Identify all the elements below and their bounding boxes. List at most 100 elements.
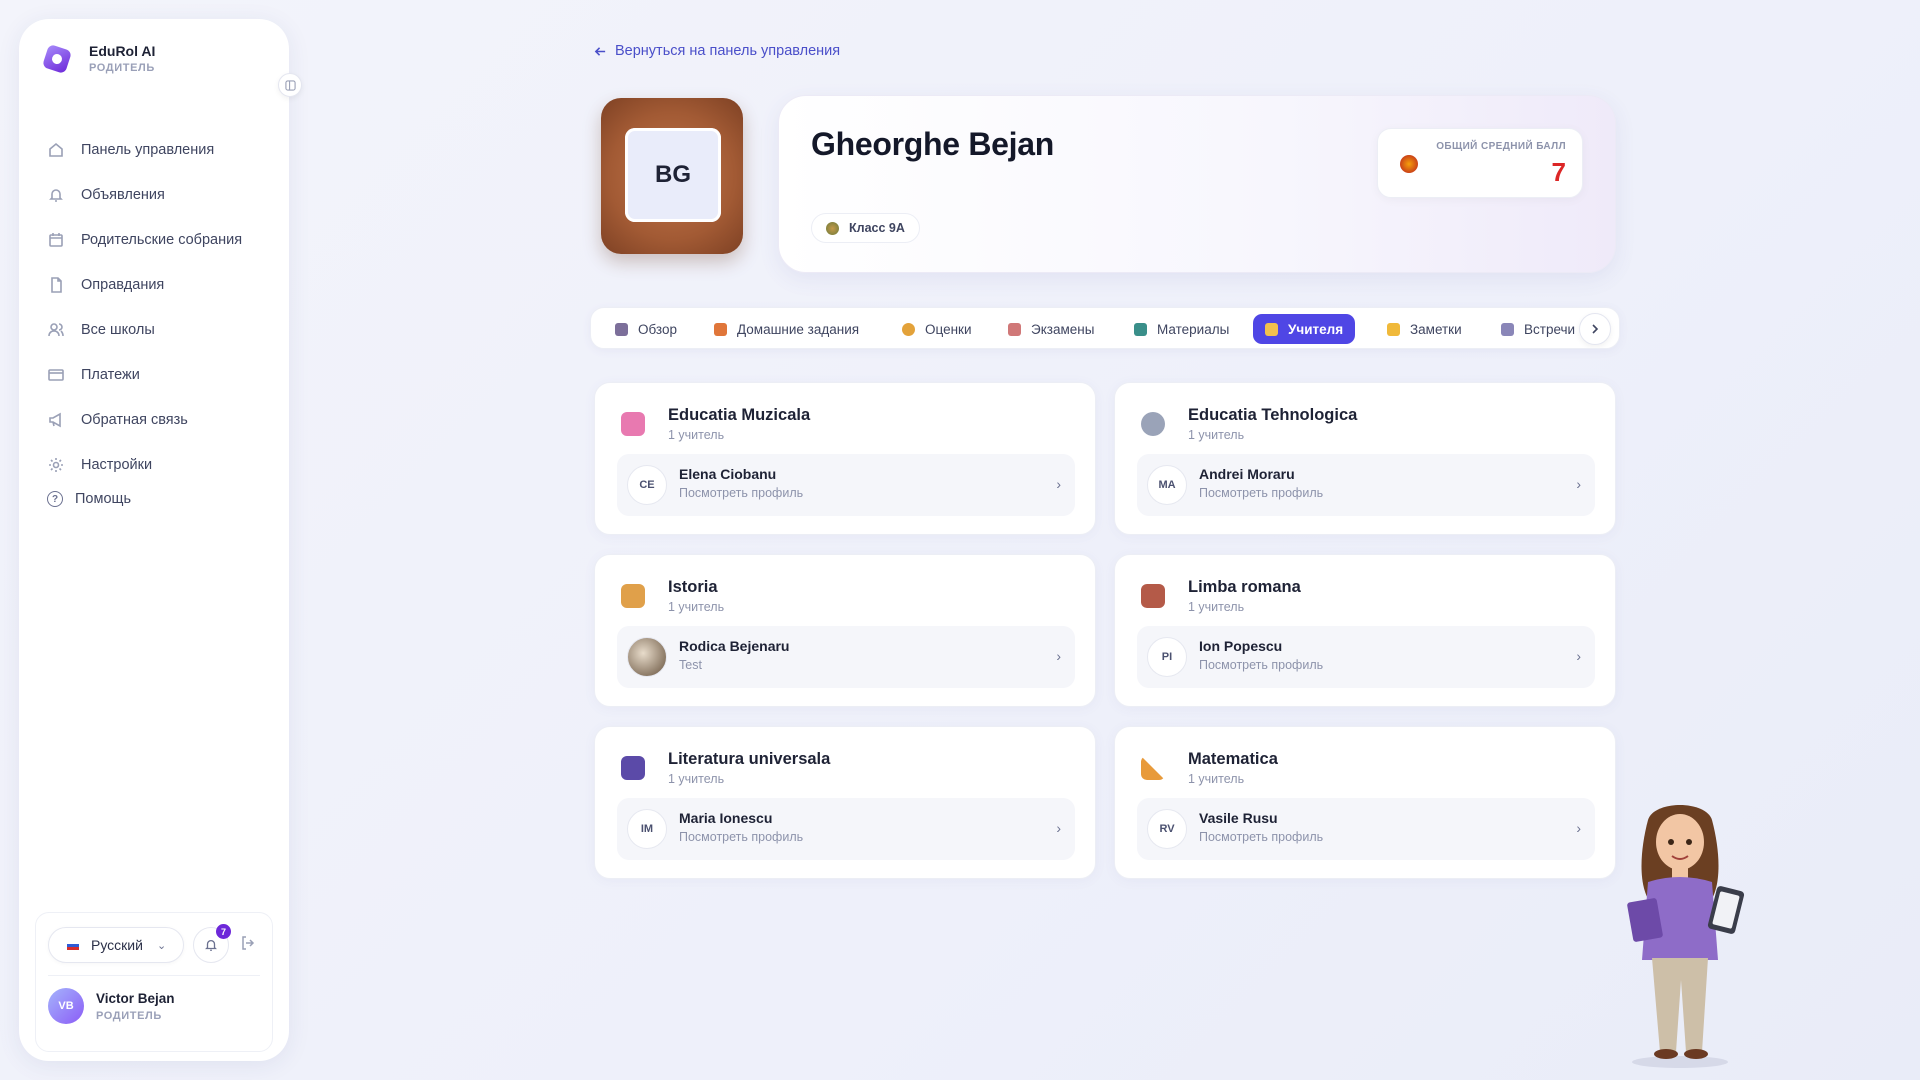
notification-count-badge: 7 bbox=[216, 924, 231, 939]
tab-label: Обзор bbox=[638, 321, 677, 337]
brand[interactable]: EduRol AI РОДИТЕЛЬ bbox=[41, 43, 155, 74]
chevron-right-icon: › bbox=[1576, 476, 1581, 492]
teacher-count: 1 учитель bbox=[668, 600, 725, 614]
view-profile-label: Посмотреть профиль bbox=[1199, 830, 1324, 844]
sidebar-item-dashboard[interactable]: Панель управления bbox=[47, 127, 277, 172]
sidebar-item-label: Родительские собрания bbox=[81, 231, 243, 248]
teacher-row[interactable]: MA Andrei Moraru Посмотреть профиль › bbox=[1137, 454, 1595, 516]
notifications-button[interactable]: 7 bbox=[193, 924, 231, 963]
student-initials: BG bbox=[625, 128, 721, 222]
teacher-name: Rodica Bejenaru bbox=[679, 638, 790, 654]
divider bbox=[48, 975, 260, 976]
teacher-count: 1 учитель bbox=[1188, 772, 1245, 786]
tab-overview[interactable]: Обзор bbox=[603, 314, 689, 344]
teacher-count: 1 учитель bbox=[1188, 600, 1245, 614]
tabs-scroll-right-button[interactable] bbox=[1579, 313, 1611, 345]
language-select[interactable]: Русский ⌄ bbox=[48, 927, 184, 963]
student-name: Gheorghe Bejan bbox=[811, 126, 1054, 162]
subject-card: Educatia Tehnologica 1 учитель MA Andrei… bbox=[1114, 382, 1616, 535]
teacher-row[interactable]: PI Ion Popescu Посмотреть профиль › bbox=[1137, 626, 1595, 688]
gear-icon bbox=[47, 456, 65, 474]
tab-materials[interactable]: Материалы bbox=[1122, 314, 1241, 344]
tab-grades[interactable]: Оценки bbox=[890, 314, 984, 344]
logout-button[interactable] bbox=[240, 935, 258, 953]
tab-meetings[interactable]: Встречи bbox=[1489, 314, 1587, 344]
notes-icon bbox=[1387, 322, 1400, 336]
sidebar-item-excuses[interactable]: Оправдания bbox=[47, 262, 277, 307]
subject-card: Istoria 1 учитель Rodica Bejenaru Test › bbox=[594, 554, 1096, 707]
chevron-right-icon: › bbox=[1576, 820, 1581, 836]
student-avatar-frame: BG bbox=[601, 98, 743, 254]
tab-label: Оценки bbox=[925, 321, 972, 337]
sidebar-item-meetings[interactable]: Родительские собрания bbox=[47, 217, 277, 262]
back-link[interactable]: Вернуться на панель управления bbox=[594, 43, 840, 59]
back-link-label: Вернуться на панель управления bbox=[615, 43, 841, 59]
tab-label: Встречи bbox=[1524, 321, 1576, 337]
avatar: VB bbox=[48, 988, 84, 1024]
tab-teachers[interactable]: Учителя bbox=[1253, 314, 1356, 344]
bell-icon bbox=[205, 939, 217, 951]
teacher-subtitle: Test bbox=[679, 658, 702, 672]
bell-icon bbox=[47, 186, 65, 204]
teacher-photo bbox=[627, 637, 667, 677]
tab-label: Заметки bbox=[1410, 321, 1462, 337]
user-profile[interactable]: VB Victor Bejan РОДИТЕЛЬ bbox=[48, 988, 175, 1024]
teachers-icon bbox=[1265, 322, 1278, 336]
subject-name: Istoria bbox=[668, 578, 718, 596]
teacher-name: Andrei Moraru bbox=[1199, 466, 1295, 482]
tab-bar: Обзор Домашние задания Оценки Экзамены М… bbox=[590, 307, 1620, 349]
teacher-avatar: RV bbox=[1147, 809, 1187, 849]
help-link[interactable]: ? Помощь bbox=[47, 491, 131, 507]
tab-exams[interactable]: Экзамены bbox=[996, 314, 1106, 344]
overview-icon bbox=[615, 322, 628, 336]
flag-icon bbox=[67, 940, 79, 950]
teacher-row[interactable]: IM Maria Ionescu Посмотреть профиль › bbox=[617, 798, 1075, 860]
teacher-row[interactable]: RV Vasile Rusu Посмотреть профиль › bbox=[1137, 798, 1595, 860]
sidebar-item-announcements[interactable]: Объявления bbox=[47, 172, 277, 217]
sidebar-item-label: Объявления bbox=[81, 186, 165, 203]
tab-label: Домашние задания bbox=[737, 321, 860, 337]
sidebar-item-payments[interactable]: Платежи bbox=[47, 352, 277, 397]
tab-notes[interactable]: Заметки bbox=[1375, 314, 1474, 344]
teacher-avatar: PI bbox=[1147, 637, 1187, 677]
meetings-icon bbox=[1501, 322, 1514, 336]
tab-label: Экзамены bbox=[1031, 321, 1095, 337]
sidebar-item-label: Обратная связь bbox=[81, 411, 188, 428]
teacher-name: Elena Ciobanu bbox=[679, 466, 777, 482]
class-label: Класс 9A bbox=[849, 221, 905, 235]
subject-card: Educatia Muzicala 1 учитель CE Elena Cio… bbox=[594, 382, 1096, 535]
logo-icon bbox=[41, 43, 73, 74]
chevron-right-icon: › bbox=[1576, 648, 1581, 664]
tab-homework[interactable]: Домашние задания bbox=[702, 314, 871, 344]
users-icon bbox=[47, 321, 65, 339]
sidebar-collapse-button[interactable] bbox=[278, 73, 302, 97]
sidebar-item-schools[interactable]: Все школы bbox=[47, 307, 277, 352]
calendar-icon bbox=[47, 231, 65, 249]
materials-icon bbox=[1134, 322, 1147, 336]
arrow-left-icon bbox=[594, 46, 606, 56]
teacher-row[interactable]: Rodica Bejenaru Test › bbox=[617, 626, 1075, 688]
sidebar-item-label: Настройки bbox=[81, 456, 153, 473]
teacher-avatar: MA bbox=[1147, 465, 1187, 505]
exams-icon bbox=[1008, 322, 1021, 336]
sidebar-item-settings[interactable]: Настройки bbox=[47, 442, 277, 487]
question-icon: ? bbox=[47, 491, 63, 507]
tab-label: Материалы bbox=[1157, 321, 1230, 337]
teacher-avatar: IM bbox=[627, 809, 667, 849]
literature-icon bbox=[621, 756, 645, 780]
sidebar-item-feedback[interactable]: Обратная связь bbox=[47, 397, 277, 442]
music-icon bbox=[621, 412, 645, 436]
teacher-row[interactable]: CE Elena Ciobanu Посмотреть профиль › bbox=[617, 454, 1075, 516]
logout-icon bbox=[242, 936, 255, 950]
chevron-right-icon: › bbox=[1056, 820, 1061, 836]
teacher-name: Ion Popescu bbox=[1199, 638, 1283, 654]
teacher-count: 1 учитель bbox=[1188, 428, 1245, 442]
gpa-label: ОБЩИЙ СРЕДНИЙ БАЛЛ bbox=[1436, 141, 1566, 152]
subject-name: Literatura universala bbox=[668, 750, 831, 768]
chevron-right-icon: › bbox=[1056, 648, 1061, 664]
gear-icon bbox=[1141, 412, 1165, 436]
book-icon bbox=[1141, 584, 1165, 608]
class-icon bbox=[826, 221, 839, 235]
chevron-down-icon: ⌄ bbox=[156, 939, 167, 952]
teacher-count: 1 учитель bbox=[668, 428, 725, 442]
